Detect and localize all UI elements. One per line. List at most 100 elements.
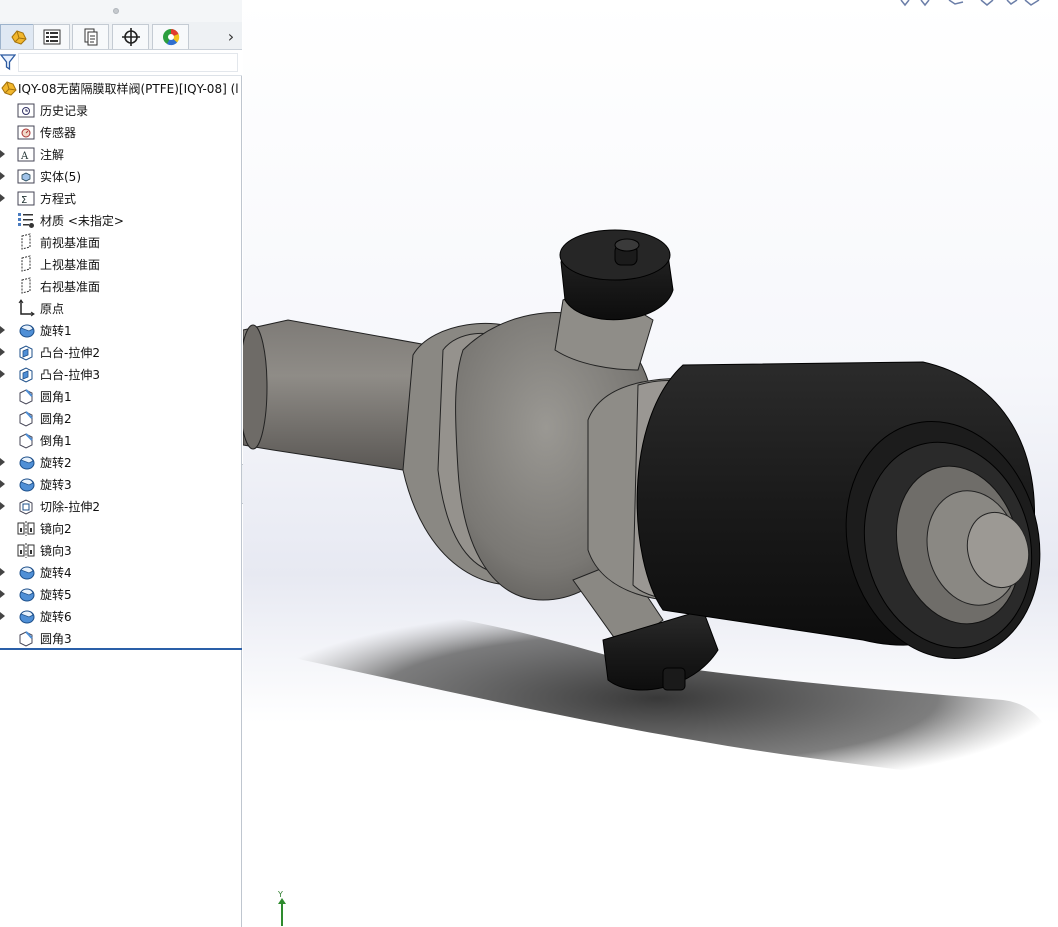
tree-item-label: 凸台-拉伸3 bbox=[40, 368, 100, 382]
tree-item[interactable]: 倒角1 bbox=[0, 429, 242, 451]
tree-item[interactable]: 旋转4 bbox=[0, 561, 242, 583]
tree-item-label: 镜向3 bbox=[40, 544, 72, 558]
grip-dot[interactable] bbox=[113, 8, 119, 14]
revolve-icon bbox=[19, 324, 35, 338]
revolve-icon bbox=[19, 566, 35, 580]
expand-arrow-icon[interactable] bbox=[0, 502, 5, 510]
tab-dimxpert-manager[interactable] bbox=[112, 24, 149, 49]
boss-extrude-icon bbox=[19, 345, 33, 361]
expand-arrow-icon[interactable] bbox=[0, 370, 5, 378]
tree-item-label: 旋转3 bbox=[40, 478, 72, 492]
filter-input[interactable] bbox=[18, 53, 238, 72]
fillet-icon bbox=[19, 411, 33, 427]
revolve-icon bbox=[19, 456, 35, 470]
fillet-icon bbox=[19, 631, 33, 647]
tree-item[interactable]: 材质 <未指定> bbox=[0, 209, 242, 231]
tree-item-label: 圆角1 bbox=[40, 390, 72, 404]
revolve-icon bbox=[19, 588, 35, 602]
tree-item-label: 材质 <未指定> bbox=[40, 214, 124, 228]
tree-item[interactable]: 前视基准面 bbox=[0, 231, 242, 253]
mirror-icon bbox=[17, 543, 35, 558]
tree-item[interactable]: 旋转2 bbox=[0, 451, 242, 473]
tree-item-label: 上视基准面 bbox=[40, 258, 101, 272]
tree-item-label: 圆角3 bbox=[40, 632, 72, 646]
chamfer-icon bbox=[19, 433, 33, 449]
tree-item[interactable]: 实体(5) bbox=[0, 165, 242, 187]
plane-icon bbox=[21, 255, 31, 272]
rollback-bar[interactable] bbox=[0, 648, 242, 650]
tree-item[interactable]: 旋转6 bbox=[0, 605, 242, 627]
tree-root-part[interactable]: IQY-08无菌隔膜取样阀(PTFE)[IQY-08] (l bbox=[0, 77, 242, 99]
expand-arrow-icon[interactable] bbox=[0, 348, 5, 356]
filter-icon[interactable] bbox=[0, 53, 16, 71]
tree-item[interactable]: 镜向3 bbox=[0, 539, 242, 561]
annotation-folder-icon: A bbox=[17, 147, 35, 162]
tree-item[interactable]: 旋转1 bbox=[0, 319, 242, 341]
revolve-icon bbox=[19, 478, 35, 492]
expand-arrow-icon[interactable] bbox=[0, 612, 5, 620]
tree-item-label: 旋转4 bbox=[40, 566, 72, 580]
tree-item[interactable]: 上视基准面 bbox=[0, 253, 242, 275]
expand-arrow-icon[interactable] bbox=[0, 172, 5, 180]
tree-item-label: 旋转6 bbox=[40, 610, 72, 624]
tree-item-label: 前视基准面 bbox=[40, 236, 101, 250]
tree-item-label: 凸台-拉伸2 bbox=[40, 346, 100, 360]
tree-item[interactable]: 历史记录 bbox=[0, 99, 242, 121]
mirror-icon bbox=[17, 521, 35, 536]
history-folder-icon bbox=[17, 103, 35, 118]
expand-arrow-icon[interactable] bbox=[0, 590, 5, 598]
tree-item[interactable]: A 注解 bbox=[0, 143, 242, 165]
solid-bodies-folder-icon bbox=[17, 169, 35, 184]
feature-manager-panel: › IQY-08无菌隔膜取样阀(PTFE)[IQY-08] (l 历史记录传感器… bbox=[0, 0, 242, 927]
tree-item-label: 镜向2 bbox=[40, 522, 72, 536]
cut-extrude-icon bbox=[19, 499, 33, 515]
tree-item[interactable]: Σ 方程式 bbox=[0, 187, 242, 209]
expand-arrow-icon[interactable] bbox=[0, 326, 5, 334]
tree-item-label: 方程式 bbox=[40, 192, 77, 206]
property-manager-icon bbox=[43, 29, 60, 45]
tree-item-label: 切除-拉伸2 bbox=[40, 500, 100, 514]
fillet-icon bbox=[19, 389, 33, 405]
tree-item[interactable]: 圆角1 bbox=[0, 385, 242, 407]
graphics-viewport[interactable]: Y bbox=[243, 0, 1058, 927]
sensor-folder-icon bbox=[17, 125, 35, 140]
part-icon bbox=[1, 81, 17, 96]
material-icon bbox=[18, 213, 34, 228]
expand-arrow-icon[interactable] bbox=[0, 480, 5, 488]
triad-axis-label: Y bbox=[278, 890, 283, 899]
expand-arrow-icon[interactable] bbox=[0, 568, 5, 576]
tree-item[interactable]: 凸台-拉伸3 bbox=[0, 363, 242, 385]
tab-configuration-manager[interactable] bbox=[72, 24, 109, 49]
tree-item[interactable]: 原点 bbox=[0, 297, 242, 319]
coordinate-triad-icon bbox=[278, 898, 286, 926]
origin-icon bbox=[18, 299, 35, 317]
panel-drag-grip[interactable] bbox=[0, 0, 242, 22]
tree-item[interactable]: 旋转5 bbox=[0, 583, 242, 605]
tree-item[interactable]: 切除-拉伸2 bbox=[0, 495, 242, 517]
sampling-valve-3d-model[interactable] bbox=[243, 0, 1058, 927]
tree-item[interactable]: 旋转3 bbox=[0, 473, 242, 495]
tab-feature-manager[interactable] bbox=[0, 24, 37, 49]
tree-item-label: 注解 bbox=[40, 148, 65, 162]
tree-item-label: 倒角1 bbox=[40, 434, 72, 448]
tree-item[interactable]: 传感器 bbox=[0, 121, 242, 143]
tree-item[interactable]: 圆角2 bbox=[0, 407, 242, 429]
tree-item[interactable]: 镜向2 bbox=[0, 517, 242, 539]
tab-scroll-right-chevron-icon[interactable]: › bbox=[222, 25, 240, 47]
tree-item[interactable]: 凸台-拉伸2 bbox=[0, 341, 242, 363]
feature-manager-icon bbox=[10, 30, 27, 45]
tree-item[interactable]: 右视基准面 bbox=[0, 275, 242, 297]
tab-property-manager[interactable] bbox=[33, 24, 70, 49]
tree-item-label: 实体(5) bbox=[40, 170, 81, 184]
tree-item[interactable]: 圆角3 bbox=[0, 627, 242, 649]
svg-text:A: A bbox=[20, 151, 29, 162]
expand-arrow-icon[interactable] bbox=[0, 150, 5, 158]
tree-item-label: 圆角2 bbox=[40, 412, 72, 426]
expand-arrow-icon[interactable] bbox=[0, 194, 5, 202]
tree-item-label: 历史记录 bbox=[40, 104, 89, 118]
expand-arrow-icon[interactable] bbox=[0, 458, 5, 466]
filter-bar bbox=[0, 50, 242, 76]
boss-extrude-icon bbox=[19, 367, 33, 383]
tab-display-manager[interactable] bbox=[152, 24, 189, 49]
revolve-icon bbox=[19, 610, 35, 624]
